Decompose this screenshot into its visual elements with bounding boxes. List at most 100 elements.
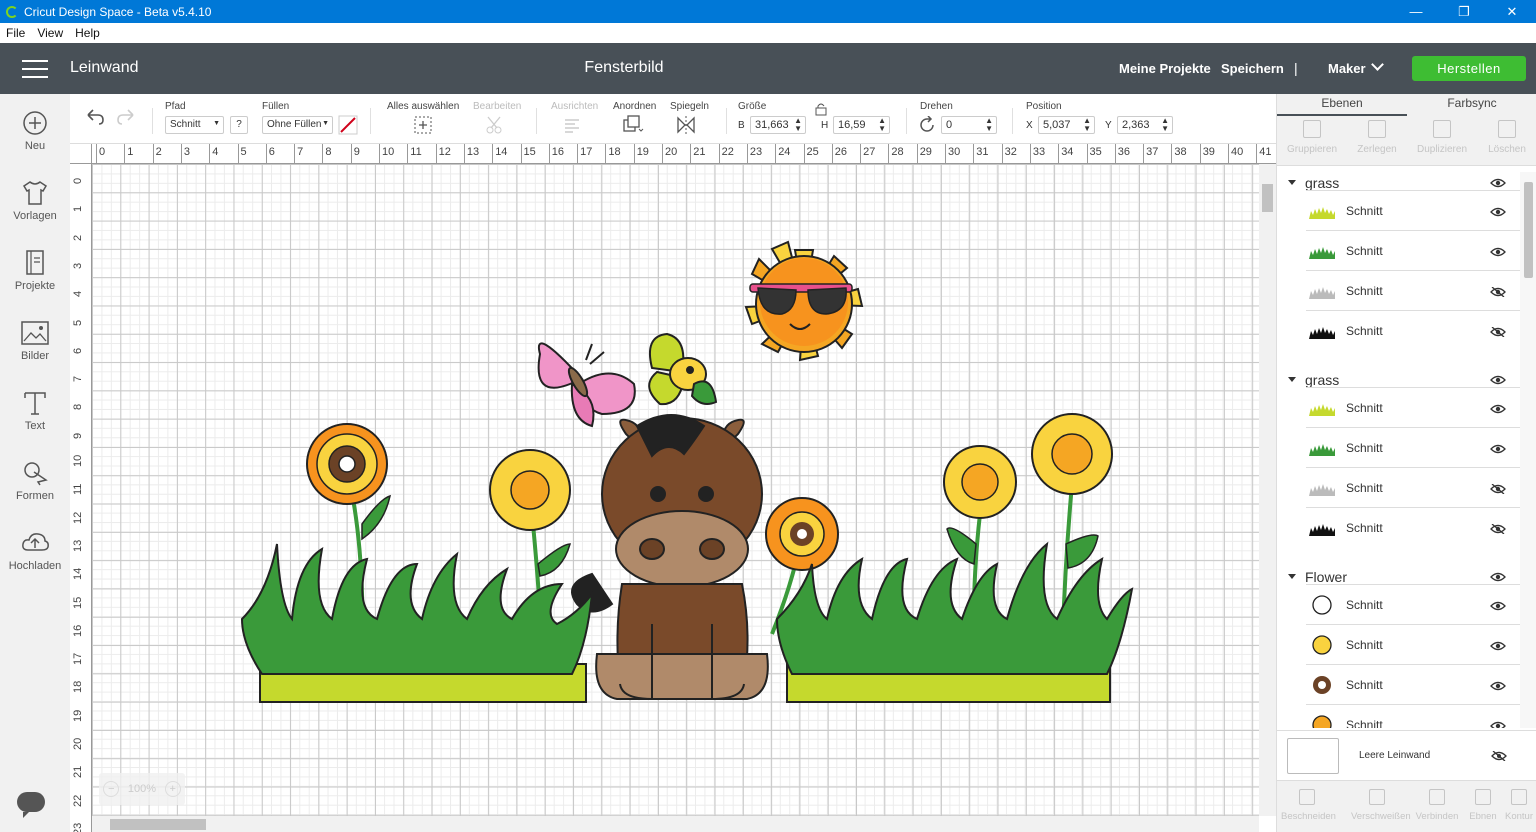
sidebar-item-upload[interactable]: Hochladen bbox=[0, 530, 70, 572]
layer-name: Schnitt bbox=[1346, 441, 1383, 455]
eye-hidden-icon[interactable] bbox=[1490, 524, 1506, 534]
eye-hidden-icon[interactable] bbox=[1490, 327, 1506, 337]
eye-hidden-icon[interactable] bbox=[1490, 484, 1506, 494]
layer-name: Schnitt bbox=[1346, 598, 1383, 612]
weld-button[interactable]: Verschweißen bbox=[1351, 789, 1411, 822]
layer-row[interactable]: Schnitt bbox=[1306, 624, 1520, 664]
chevron-down-icon[interactable] bbox=[1371, 58, 1384, 71]
collapse-triangle-icon[interactable] bbox=[1288, 574, 1296, 579]
layer-row[interactable]: Schnitt bbox=[1306, 584, 1520, 624]
minimize-button[interactable]: — bbox=[1392, 0, 1440, 23]
pink-butterfly-image[interactable] bbox=[537, 342, 636, 428]
group-button[interactable]: Gruppieren bbox=[1279, 120, 1345, 155]
ruler-tick bbox=[350, 144, 352, 163]
eye-icon[interactable] bbox=[1490, 404, 1506, 414]
eye-icon[interactable] bbox=[1490, 375, 1506, 385]
layer-row[interactable]: Schnitt bbox=[1306, 310, 1520, 350]
eye-icon[interactable] bbox=[1490, 207, 1506, 217]
sun-image[interactable] bbox=[744, 240, 864, 362]
layer-row[interactable]: Schnitt bbox=[1306, 664, 1520, 704]
help-button[interactable]: ? bbox=[230, 116, 248, 134]
blank-canvas-swatch[interactable] bbox=[1287, 738, 1339, 774]
contour-button[interactable]: Kontur bbox=[1493, 789, 1536, 822]
eye-hidden-icon[interactable] bbox=[1491, 751, 1507, 761]
sidebar-item-projects[interactable]: Projekte bbox=[0, 250, 70, 292]
sidebar-item-templates[interactable]: Vorlagen bbox=[0, 180, 70, 222]
green-butterfly-image[interactable] bbox=[648, 332, 718, 406]
x-input[interactable]: 5,037 ▲ ▼ bbox=[1038, 116, 1095, 134]
menu-view[interactable]: View bbox=[31, 26, 69, 40]
zoom-in-button[interactable]: + bbox=[164, 781, 181, 797]
eye-icon[interactable] bbox=[1490, 721, 1506, 728]
eye-icon[interactable] bbox=[1490, 601, 1506, 611]
layer-row[interactable]: Schnitt bbox=[1306, 427, 1520, 467]
scissors-icon[interactable] bbox=[484, 114, 506, 136]
width-input[interactable]: 31,663 ▲ ▼ bbox=[750, 116, 806, 134]
mirror-icon[interactable] bbox=[676, 114, 698, 136]
layer-row[interactable]: Schnitt bbox=[1306, 387, 1520, 427]
ruler-label: 11 bbox=[410, 146, 422, 158]
menu-help[interactable]: Help bbox=[69, 26, 106, 40]
eye-icon[interactable] bbox=[1490, 681, 1506, 691]
eye-icon[interactable] bbox=[1490, 641, 1506, 651]
sidebar-item-shapes[interactable]: Formen bbox=[0, 460, 70, 502]
layer-row[interactable]: Schnitt bbox=[1306, 704, 1520, 728]
close-button[interactable]: ✕ bbox=[1488, 0, 1536, 23]
canvas-vertical-scrollbar[interactable] bbox=[1259, 164, 1276, 816]
ruler-label: 32 bbox=[1004, 146, 1017, 158]
slice-button[interactable]: Beschneiden bbox=[1281, 789, 1336, 822]
fill-select[interactable]: Ohne Füllen bbox=[262, 116, 333, 134]
height-input[interactable]: 16,59 ▲ ▼ bbox=[833, 116, 890, 134]
ruler-label: 40 bbox=[1231, 146, 1244, 158]
maximize-button[interactable]: ❐ bbox=[1440, 0, 1488, 23]
lock-icon[interactable] bbox=[814, 102, 828, 116]
tab-colorsync[interactable]: Farbsync bbox=[1407, 96, 1536, 110]
layer-row[interactable]: Schnitt bbox=[1306, 507, 1520, 547]
my-projects-link[interactable]: Meine Projekte bbox=[1119, 61, 1211, 76]
attach-button[interactable]: Verbinden bbox=[1411, 789, 1463, 822]
collapse-triangle-icon[interactable] bbox=[1288, 377, 1296, 382]
layers-scrollbar[interactable] bbox=[1520, 172, 1536, 728]
ungroup-button[interactable]: Zerlegen bbox=[1344, 120, 1410, 155]
align-icon[interactable] bbox=[562, 114, 584, 136]
tab-layers[interactable]: Ebenen bbox=[1277, 96, 1407, 116]
chat-bubble-icon[interactable] bbox=[17, 792, 45, 818]
design-canvas[interactable] bbox=[92, 164, 1259, 816]
path-select[interactable]: Schnitt bbox=[165, 116, 224, 134]
rotate-input[interactable]: 0 ▲ ▼ bbox=[941, 116, 997, 134]
select-all-icon[interactable] bbox=[412, 114, 434, 136]
undo-icon[interactable] bbox=[84, 106, 106, 128]
project-title[interactable]: Fensterbild bbox=[0, 59, 1248, 77]
canvas-horizontal-scrollbar[interactable] bbox=[92, 816, 1259, 832]
menu-file[interactable]: File bbox=[0, 26, 31, 40]
layer-name: Schnitt bbox=[1346, 521, 1383, 535]
delete-button[interactable]: Löschen bbox=[1474, 120, 1536, 155]
layer-row[interactable]: Schnitt bbox=[1306, 467, 1520, 507]
eye-icon[interactable] bbox=[1490, 572, 1506, 582]
grass-right-image[interactable] bbox=[775, 541, 1134, 703]
layer-row[interactable]: Schnitt bbox=[1306, 230, 1520, 270]
sidebar-item-images[interactable]: Bilder bbox=[0, 320, 70, 362]
eye-icon[interactable] bbox=[1490, 178, 1506, 188]
collapse-triangle-icon[interactable] bbox=[1288, 180, 1296, 185]
arrange-icon[interactable] bbox=[622, 114, 644, 136]
save-link[interactable]: Speichern bbox=[1221, 61, 1284, 76]
layer-row[interactable]: Schnitt bbox=[1306, 190, 1520, 230]
y-input[interactable]: 2,363 ▲ ▼ bbox=[1117, 116, 1173, 134]
blank-canvas-row[interactable]: Leere Leinwand bbox=[1277, 730, 1536, 780]
eye-hidden-icon[interactable] bbox=[1490, 287, 1506, 297]
eye-icon[interactable] bbox=[1490, 247, 1506, 257]
redo-icon[interactable] bbox=[115, 106, 137, 128]
make-button[interactable]: Herstellen bbox=[1412, 56, 1526, 81]
sidebar-item-text[interactable]: Text bbox=[0, 390, 70, 432]
zoom-out-button[interactable]: − bbox=[103, 781, 120, 797]
artwork[interactable] bbox=[92, 164, 1259, 816]
no-fill-swatch-icon[interactable] bbox=[338, 115, 358, 135]
edit-label: Bearbeiten bbox=[473, 101, 522, 112]
sidebar-item-new[interactable]: Neu bbox=[0, 110, 70, 152]
eye-icon[interactable] bbox=[1490, 444, 1506, 454]
machine-select[interactable]: Maker bbox=[1328, 61, 1366, 76]
layer-row[interactable]: Schnitt bbox=[1306, 270, 1520, 310]
duplicate-button[interactable]: Duplizieren bbox=[1409, 120, 1475, 155]
horse-image[interactable] bbox=[571, 414, 769, 700]
